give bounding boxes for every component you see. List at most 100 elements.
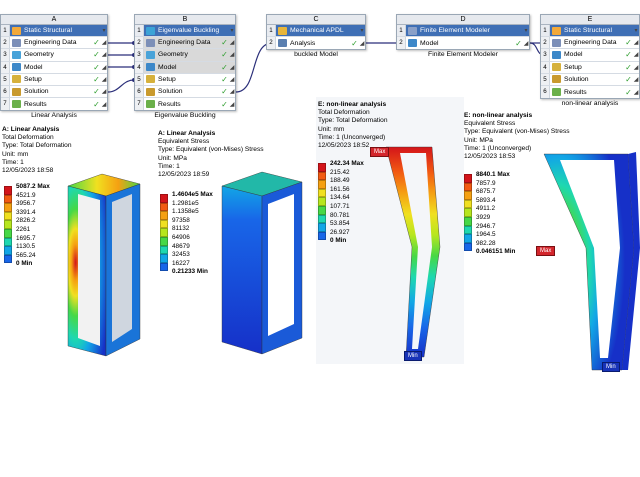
min-probe[interactable]: Min [602, 362, 620, 372]
cell-setup[interactable]: 4 Setup ✓ ◢ [541, 61, 639, 74]
eigenvalue-buckling-icon [146, 26, 155, 35]
cell-menu-icon[interactable]: ◢ [101, 88, 107, 95]
cell-menu-icon[interactable]: ◢ [101, 64, 107, 71]
cell-menu-icon[interactable]: ▾ [359, 27, 365, 34]
system-block-d[interactable]: D 1 Finite Element Modeler ▾ 2 Model ✓ ◢ [396, 14, 530, 51]
cell-label: Analysis [290, 39, 316, 47]
cell-static-structural[interactable]: 1 Static Structural ▾ [541, 25, 639, 38]
block-letter: C [267, 15, 365, 25]
cell-results[interactable]: 7 Results ✓ ◢ [1, 98, 107, 111]
cell-geometry[interactable]: 3 Geometry ✓ ◢ [1, 49, 107, 62]
cell-menu-icon[interactable]: ◢ [359, 40, 365, 47]
cell-menu-icon[interactable]: ◢ [101, 101, 107, 108]
cell-geometry[interactable]: 3 Geometry ✓ ◢ [135, 49, 235, 62]
cell-menu-icon[interactable]: ◢ [229, 88, 235, 95]
cell-results[interactable]: 7 Results ✓ ◢ [135, 98, 235, 111]
status-check-icon: ✓ [625, 87, 632, 97]
cell-menu-icon[interactable]: ◢ [101, 39, 107, 46]
cell-results[interactable]: 6 Results ✓ ◢ [541, 85, 639, 99]
cell-menu-icon[interactable]: ◢ [229, 39, 235, 46]
block-caption[interactable]: non-linear analysis [540, 100, 640, 107]
block-caption[interactable]: Linear Analysis [0, 112, 108, 119]
cell-solution[interactable]: 6 Solution ✓ ◢ [135, 85, 235, 99]
status-check-icon: ✓ [221, 99, 228, 109]
block-caption[interactable]: buckled Model [266, 51, 366, 58]
status-check-icon: ✓ [625, 38, 632, 48]
cell-label: Engineering Data [158, 39, 211, 47]
status-check-icon: ✓ [221, 50, 228, 60]
system-block-c[interactable]: C 1 Mechanical APDL ▾ 2 Analysis ✓ ◢ [266, 14, 366, 51]
cell-menu-icon[interactable]: ▾ [101, 27, 107, 34]
system-block-a[interactable]: A 1 Static Structural ▾ 2 Engineering Data ✓ ◢ 3… [0, 14, 108, 112]
model-nonlinear-stress-view [543, 152, 640, 371]
static-structural-icon [12, 26, 21, 35]
cell-engineering-data[interactable]: 2 Engineering Data ✓ ◢ [135, 37, 235, 50]
cell-number: 1 [541, 25, 550, 37]
block-caption[interactable]: Finite Element Modeler [396, 51, 530, 58]
result-panel-nonlinear-stress[interactable]: E: non-linear analysis Equivalent Stress… [462, 108, 640, 376]
system-block-e[interactable]: E 1 Static Structural ▾ 2 Engineering Data ✓ ◢ 3… [540, 14, 640, 100]
model-icon [552, 50, 561, 59]
max-probe[interactable]: Max [370, 147, 390, 157]
cell-label: Results [158, 100, 181, 108]
cell-label: Solution [564, 75, 589, 83]
cell-number: 5 [541, 73, 550, 85]
cell-menu-icon[interactable]: ◢ [229, 101, 235, 108]
cell-menu-icon[interactable]: ◢ [229, 51, 235, 58]
min-probe[interactable]: Min [404, 351, 422, 361]
model-stress-view [221, 171, 303, 355]
cell-eigenvalue-buckling[interactable]: 1 Eigenvalue Buckling ▾ [135, 25, 235, 38]
cell-menu-icon[interactable]: ▾ [523, 27, 529, 34]
mechanical-apdl-icon [278, 26, 287, 35]
cell-menu-icon[interactable]: ◢ [633, 89, 639, 96]
cell-label: Engineering Data [564, 39, 617, 47]
cell-number: 1 [1, 25, 10, 37]
cell-number: 3 [1, 49, 10, 61]
cell-menu-icon[interactable]: ▾ [633, 27, 639, 34]
block-caption[interactable]: Eigenvalue Buckling [134, 112, 236, 119]
status-check-icon: ✓ [93, 38, 100, 48]
status-check-icon: ✓ [625, 50, 632, 60]
cell-menu-icon[interactable]: ▾ [229, 27, 235, 34]
cell-menu-icon[interactable]: ◢ [523, 40, 529, 47]
max-probe[interactable]: Max [536, 246, 556, 256]
result-panel-linear-stress[interactable]: A: Linear Analysis Equivalent Stress Typ… [158, 124, 316, 360]
cell-model[interactable]: 4 Model ✓ ◢ [135, 61, 235, 74]
cell-engineering-data[interactable]: 2 Engineering Data ✓ ◢ [541, 37, 639, 50]
system-block-b[interactable]: B 1 Eigenvalue Buckling ▾ 2 Engineering Data ✓… [134, 14, 236, 112]
cell-setup[interactable]: 5 Setup ✓ ◢ [135, 73, 235, 86]
cell-menu-icon[interactable]: ◢ [229, 64, 235, 71]
cell-label: Model [420, 39, 439, 47]
cell-menu-icon[interactable]: ◢ [101, 76, 107, 83]
cell-model[interactable]: 3 Model ✓ ◢ [541, 49, 639, 62]
cell-number: 6 [1, 85, 10, 98]
status-check-icon: ✓ [351, 38, 358, 48]
cell-number: 6 [541, 85, 550, 99]
cell-static-structural[interactable]: 1 Static Structural ▾ [1, 25, 107, 38]
cell-model[interactable]: 4 Model ✓ ◢ [1, 61, 107, 74]
cell-number: 4 [1, 61, 10, 73]
cell-menu-icon[interactable]: ◢ [229, 76, 235, 83]
cell-solution[interactable]: 5 Solution ✓ ◢ [541, 73, 639, 86]
cell-setup[interactable]: 5 Setup ✓ ◢ [1, 73, 107, 86]
cell-label: Results [564, 88, 587, 96]
cell-model[interactable]: 2 Model ✓ ◢ [397, 37, 529, 50]
cell-menu-icon[interactable]: ◢ [633, 39, 639, 46]
model-icon [146, 63, 155, 72]
cell-menu-icon[interactable]: ◢ [633, 76, 639, 83]
result-panel-linear-deformation[interactable]: A: Linear Analysis Total Deformation Typ… [0, 124, 158, 360]
cell-mechanical-apdl[interactable]: 1 Mechanical APDL ▾ [267, 25, 365, 38]
cell-finite-element-modeler[interactable]: 1 Finite Element Modeler ▾ [397, 25, 529, 38]
cell-label: Results [24, 100, 47, 108]
cell-engineering-data[interactable]: 2 Engineering Data ✓ ◢ [1, 37, 107, 50]
setup-icon [146, 75, 155, 84]
cell-solution[interactable]: 6 Solution ✓ ◢ [1, 85, 107, 99]
status-check-icon: ✓ [93, 50, 100, 60]
result-panel-nonlinear-deformation[interactable]: E: non-linear analysis Total Deformation… [316, 97, 464, 364]
cell-menu-icon[interactable]: ◢ [633, 64, 639, 71]
cell-analysis[interactable]: 2 Analysis ✓ ◢ [267, 37, 365, 50]
cell-menu-icon[interactable]: ◢ [633, 51, 639, 58]
cell-label: Model [24, 63, 43, 71]
cell-menu-icon[interactable]: ◢ [101, 51, 107, 58]
cell-number: 7 [135, 98, 144, 111]
